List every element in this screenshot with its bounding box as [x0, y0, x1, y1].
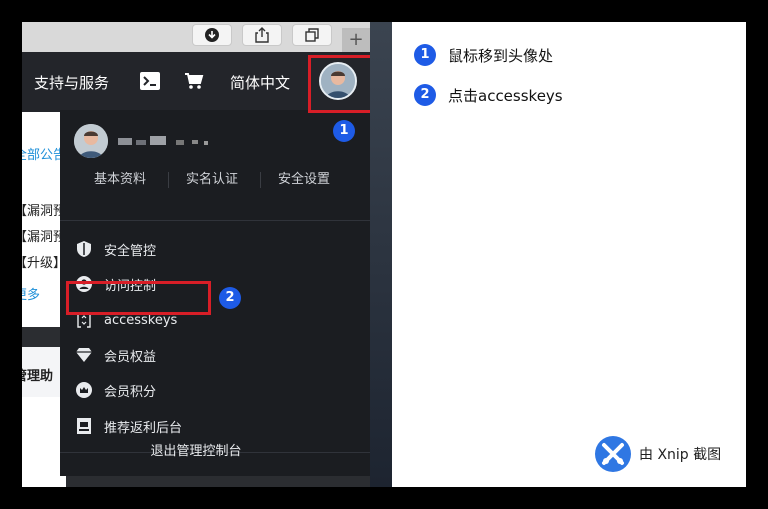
dropdown-avatar	[74, 124, 108, 158]
shield-icon	[76, 241, 92, 257]
menu-label: 会员积分	[104, 384, 157, 400]
blurred-username	[118, 136, 208, 145]
tabs-button[interactable]	[292, 24, 332, 46]
menu-item-member-benefits[interactable]: 会员权益	[76, 340, 356, 370]
terminal-icon[interactable]	[140, 72, 160, 90]
step-badge-1: 1	[333, 120, 355, 142]
console-screenshot: + 支持与服务 简体中文 全部公告 【漏洞预 【漏洞预 【升级】 更多 管理助	[22, 22, 370, 487]
step-number: 2	[414, 84, 436, 106]
watermark-text: 由 Xnip 截图	[639, 447, 722, 463]
share-icon	[255, 27, 269, 43]
gift-icon	[76, 418, 92, 434]
desktop-background-strip	[370, 22, 392, 487]
download-icon	[205, 28, 219, 42]
divider	[168, 172, 169, 188]
step-text: 鼠标移到头像处	[448, 46, 554, 65]
menu-item-member-points[interactable]: 会员积分	[76, 375, 356, 405]
new-tab-button[interactable]: +	[342, 28, 370, 52]
divider	[60, 220, 370, 221]
cart-icon[interactable]	[184, 72, 204, 90]
more-link[interactable]: 更多	[22, 284, 40, 303]
xnip-watermark: 由 Xnip 截图	[595, 436, 721, 472]
step-1: 1 鼠标移到头像处	[414, 44, 553, 66]
basic-info-link[interactable]: 基本资料	[94, 168, 146, 187]
crown-icon	[76, 382, 92, 398]
language-switch[interactable]: 简体中文	[230, 72, 290, 93]
diamond-icon	[76, 347, 92, 363]
support-link[interactable]: 支持与服务	[34, 72, 109, 93]
screenshot-frame: + 支持与服务 简体中文 全部公告 【漏洞预 【漏洞预 【升级】 更多 管理助	[22, 22, 746, 487]
browser-toolbar: +	[22, 22, 370, 52]
menu-label: 推荐返利后台	[104, 420, 183, 436]
xnip-logo-icon	[595, 436, 631, 472]
account-sub-links: 基本资料 实名认证 安全设置	[60, 168, 370, 192]
step-number: 1	[414, 44, 436, 66]
step-badge-2: 2	[219, 287, 241, 309]
avatar-highlight-box	[308, 55, 370, 113]
download-button[interactable]	[192, 24, 232, 46]
step-2: 2 点击accesskeys	[414, 84, 563, 106]
menu-label: 会员权益	[104, 349, 157, 365]
real-name-link[interactable]: 实名认证	[186, 168, 238, 187]
assistant-title: 管理助	[22, 369, 54, 384]
share-button[interactable]	[242, 24, 282, 46]
security-settings-link[interactable]: 安全设置	[278, 168, 330, 187]
accesskeys-highlight-box	[66, 281, 211, 315]
tabs-icon	[305, 28, 319, 42]
menu-label: 安全管控	[104, 243, 157, 259]
menu-item-security-control[interactable]: 安全管控	[76, 234, 356, 264]
step-text: 点击accesskeys	[448, 86, 563, 105]
menu-item-referral-backend[interactable]: 推荐返利后台	[76, 411, 356, 441]
logout-link[interactable]: 退出管理控制台	[22, 440, 370, 459]
divider	[260, 172, 261, 188]
